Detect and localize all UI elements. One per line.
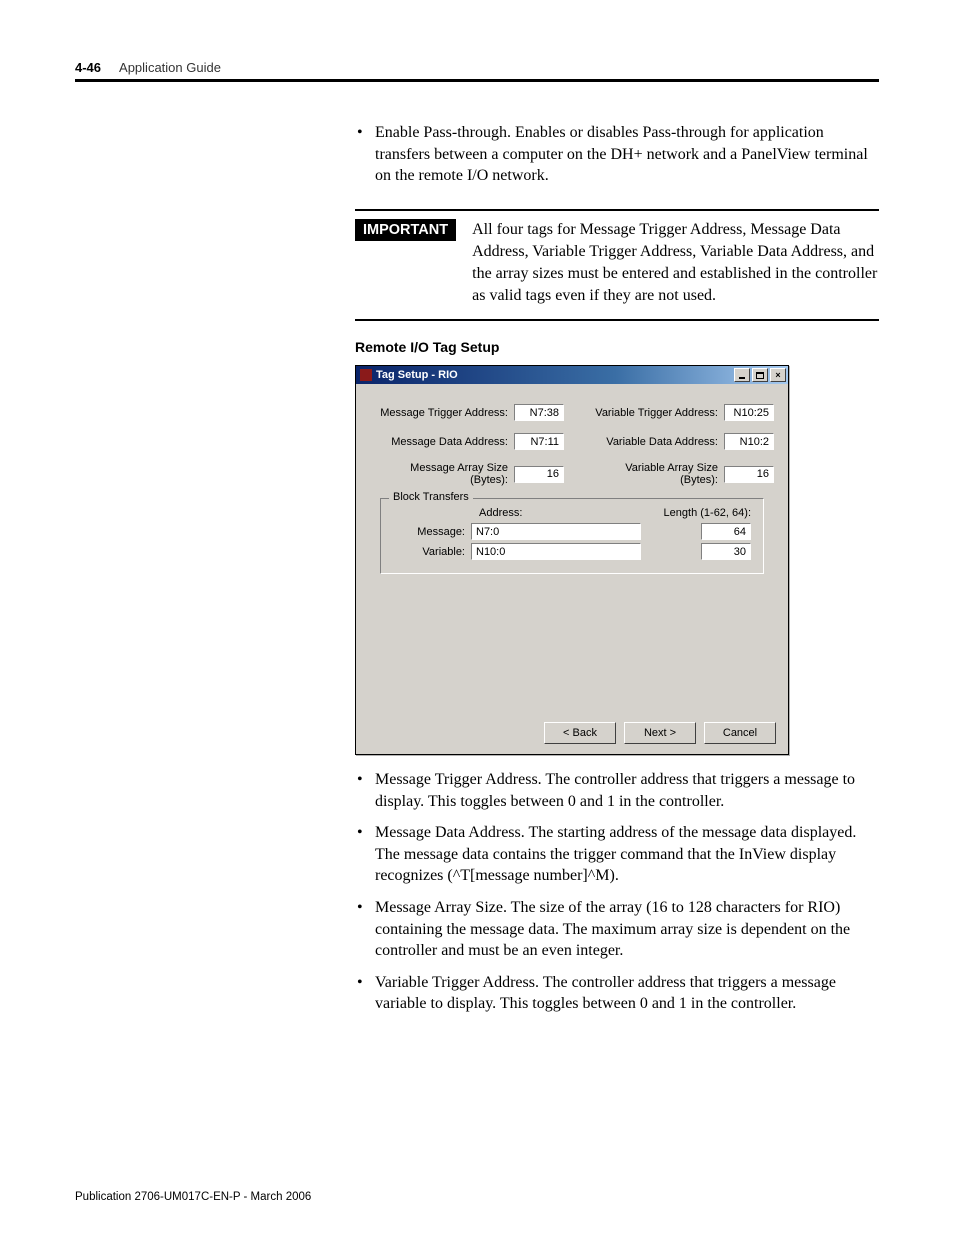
variable-trigger-address-field: Variable Trigger Address:: [590, 404, 774, 421]
bt-message-address-input[interactable]: [471, 523, 641, 540]
important-callout: IMPORTANT All four tags for Message Trig…: [355, 209, 879, 321]
post-bullet-list: Message Trigger Address. The controller …: [355, 769, 879, 1015]
close-button[interactable]: ×: [770, 368, 786, 382]
dialog-titlebar: Tag Setup - RIO ×: [356, 366, 788, 384]
dialog-footer: < Back Next > Cancel: [356, 716, 788, 754]
field-label: Message Array Size (Bytes):: [370, 462, 508, 486]
content-column: Enable Pass-through. Enables or disables…: [355, 122, 879, 1015]
variable-array-size-field: Variable Array Size (Bytes):: [590, 462, 774, 486]
tag-setup-dialog: Tag Setup - RIO × Message Trigger Addres…: [355, 365, 789, 755]
app-icon: [360, 369, 372, 381]
restore-button[interactable]: [752, 368, 768, 382]
minimize-button[interactable]: [734, 368, 750, 382]
list-item: Message Array Size. The size of the arra…: [355, 897, 879, 962]
field-label: Variable Array Size (Bytes):: [590, 462, 718, 486]
variable-data-address-field: Variable Data Address:: [590, 433, 774, 450]
row-label: Message:: [393, 526, 465, 538]
list-item: Enable Pass-through. Enables or disables…: [355, 122, 879, 187]
field-label: Message Data Address:: [370, 436, 508, 448]
message-data-address-input[interactable]: [514, 433, 564, 450]
bt-variable-address-input[interactable]: [471, 543, 641, 560]
section-heading: Remote I/O Tag Setup: [355, 339, 879, 355]
field-label: Variable Trigger Address:: [590, 407, 718, 419]
page-header-title: Application Guide: [119, 60, 221, 75]
list-item: Variable Trigger Address. The controller…: [355, 972, 879, 1015]
variable-trigger-address-input[interactable]: [724, 404, 774, 421]
page-number: 4-46: [75, 60, 101, 75]
field-label: Variable Data Address:: [590, 436, 718, 448]
dialog-title: Tag Setup - RIO: [376, 369, 458, 381]
message-data-address-field: Message Data Address:: [370, 433, 564, 450]
page-header: 4-46 Application Guide: [75, 60, 879, 82]
field-label: Message Trigger Address:: [370, 407, 508, 419]
cancel-button[interactable]: Cancel: [704, 722, 776, 744]
bt-variable-length-input[interactable]: [701, 543, 751, 560]
block-transfer-row-variable: Variable:: [393, 543, 751, 560]
column-header-address: Address:: [479, 507, 649, 519]
block-transfers-group: Block Transfers Address: Length (1-62, 6…: [380, 498, 764, 574]
message-array-size-field: Message Array Size (Bytes):: [370, 462, 564, 486]
group-legend: Block Transfers: [389, 491, 473, 503]
list-item: Message Trigger Address. The controller …: [355, 769, 879, 812]
variable-array-size-input[interactable]: [724, 466, 774, 483]
variable-data-address-input[interactable]: [724, 433, 774, 450]
list-item: Message Data Address. The starting addre…: [355, 822, 879, 887]
message-trigger-address-input[interactable]: [514, 404, 564, 421]
back-button[interactable]: < Back: [544, 722, 616, 744]
page: 4-46 Application Guide Enable Pass-throu…: [0, 0, 954, 1235]
publication-footer: Publication 2706-UM017C-EN-P - March 200…: [75, 1191, 311, 1203]
dialog-body: Message Trigger Address: Variable Trigge…: [356, 384, 788, 716]
group-header-row: Address: Length (1-62, 64):: [393, 507, 751, 519]
block-transfer-row-message: Message:: [393, 523, 751, 540]
important-text: All four tags for Message Trigger Addres…: [472, 219, 879, 307]
bt-message-length-input[interactable]: [701, 523, 751, 540]
message-trigger-address-field: Message Trigger Address:: [370, 404, 564, 421]
column-header-length: Length (1-62, 64):: [649, 507, 751, 519]
important-label: IMPORTANT: [355, 219, 456, 241]
intro-bullet-list: Enable Pass-through. Enables or disables…: [355, 122, 879, 187]
row-label: Variable:: [393, 546, 465, 558]
message-array-size-input[interactable]: [514, 466, 564, 483]
next-button[interactable]: Next >: [624, 722, 696, 744]
